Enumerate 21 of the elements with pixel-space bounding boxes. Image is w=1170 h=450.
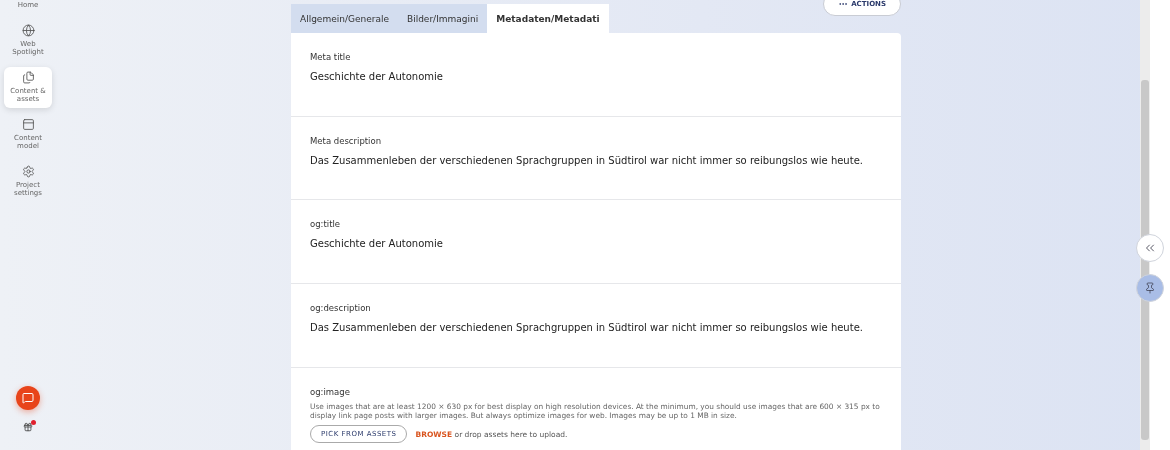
double-chevron-left-icon <box>1143 241 1157 255</box>
tab[interactable]: Bilder/Immagini <box>397 4 488 33</box>
field-label: Meta title <box>310 52 352 62</box>
field-value[interactable]: Geschichte der Autonomie <box>310 238 882 249</box>
pin-icon <box>1144 282 1156 294</box>
documents-icon <box>21 71 35 84</box>
chat-icon <box>22 392 34 404</box>
field-value[interactable]: Geschichte der Autonomie <box>310 71 882 82</box>
field-label: Meta description <box>310 136 383 146</box>
field-label: og:title <box>310 219 342 229</box>
tab[interactable]: Metadaten/Metadati <box>487 4 609 33</box>
panel-icon <box>21 118 35 131</box>
field-value[interactable]: Das Zusammenleben der verschiedenen Sprachgruppen in Südtirol war nicht immer so reibungslos wie heute. <box>310 155 882 166</box>
field-label: og:description <box>310 303 372 313</box>
field-label: og:image <box>310 387 351 397</box>
gift-icon[interactable] <box>23 422 33 432</box>
chat-button[interactable] <box>16 386 40 410</box>
settings-icon <box>21 165 35 178</box>
field-value[interactable]: Das Zusammenleben der verschiedenen Sprachgruppen in Südtirol war nicht immer so reibungslos wie heute. <box>310 322 882 333</box>
tab[interactable]: Allgemein/Generale <box>291 4 398 33</box>
globe-icon <box>21 24 35 37</box>
